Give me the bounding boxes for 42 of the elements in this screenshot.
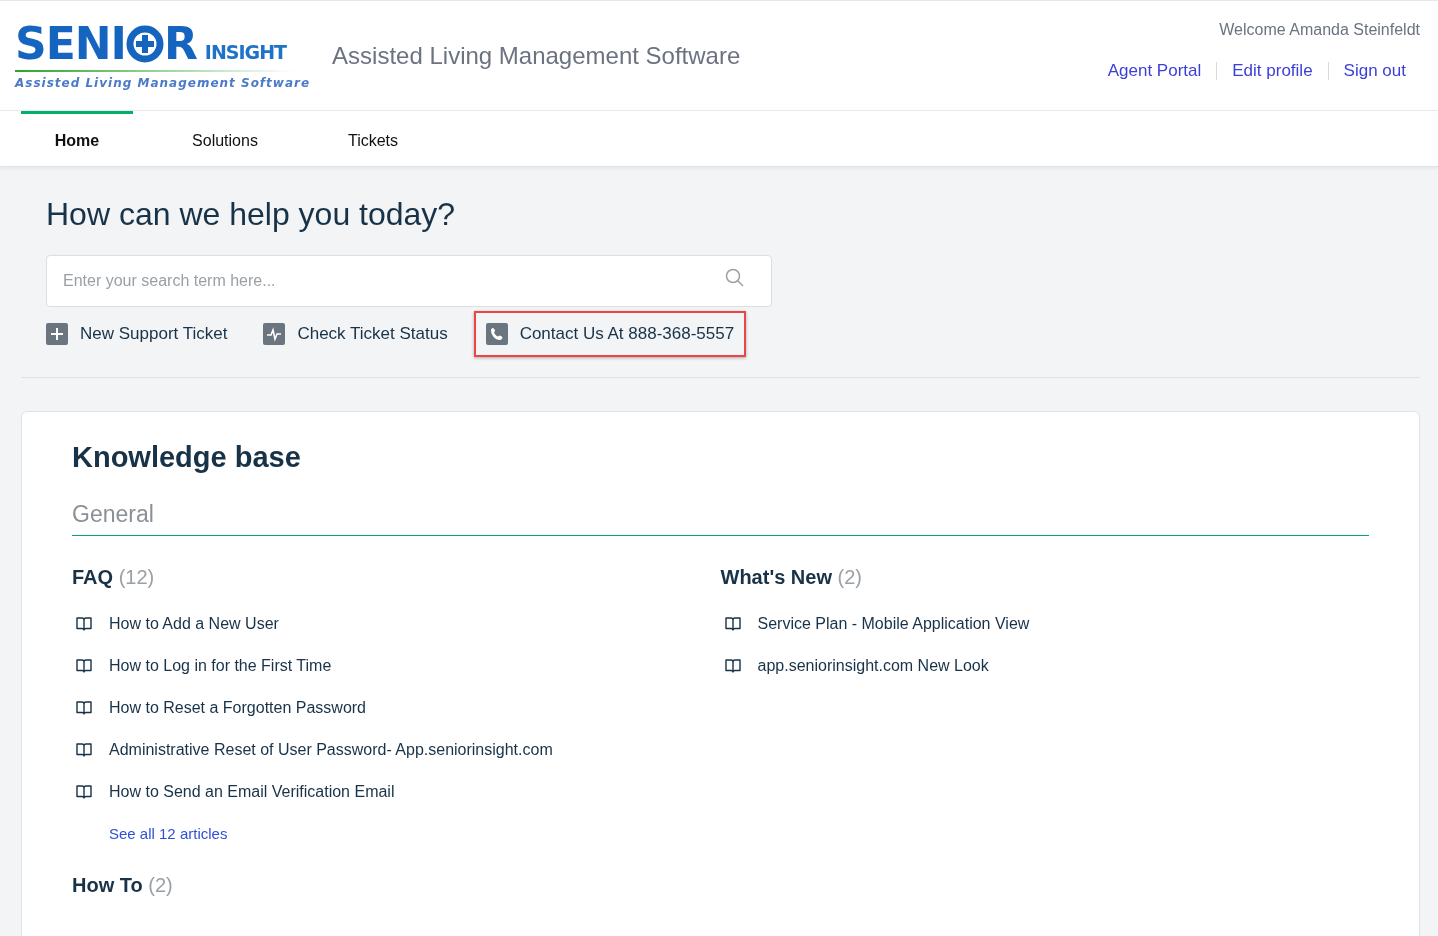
book-icon	[75, 615, 93, 634]
article-link[interactable]: How to Send an Email Verification Email	[75, 780, 681, 805]
pulse-icon	[263, 323, 286, 346]
book-icon	[723, 615, 742, 634]
action-link[interactable]: Check Ticket Status	[253, 313, 458, 355]
logo-tagline: Assisted Living Management Software	[15, 75, 311, 90]
article-link[interactable]: Service Plan - Mobile Application View	[723, 612, 1329, 637]
action-link[interactable]: Contact Us At 888-368-5557	[473, 311, 747, 357]
logo-wordmark: R	[163, 21, 197, 66]
action-link[interactable]: New Support Ticket	[36, 313, 238, 355]
nav-tab[interactable]: Solutions	[169, 111, 281, 167]
book-icon	[75, 699, 93, 718]
search-field[interactable]: Enter your search term here...	[46, 255, 772, 308]
see-all-link[interactable]: See all 12 articles	[109, 825, 228, 843]
category-heading: General	[72, 496, 1369, 537]
article-link[interactable]: Administrative Reset of User Password- App.seniorinsight.com	[75, 738, 681, 763]
section-heading: Knowledge base	[72, 439, 302, 475]
book-icon	[75, 783, 93, 802]
welcome-text: Welcome Amanda Steinfeldt	[1219, 19, 1420, 40]
header-link[interactable]: Edit profile	[1232, 57, 1313, 84]
article-link[interactable]: How to Add a New User	[75, 612, 681, 637]
article-link[interactable]: How to Log in for the First Time	[75, 654, 681, 679]
logo-suffix: INSIGHT	[204, 42, 287, 62]
folder-title: What's New (2)	[720, 565, 863, 591]
book-icon	[75, 657, 93, 676]
plus-icon	[46, 323, 68, 346]
header-link[interactable]: Sign out	[1343, 57, 1406, 84]
header-title: Assisted Living Management Software	[332, 40, 741, 71]
nav-tab[interactable]: Home	[21, 111, 133, 167]
logo-wordmark: SENI	[15, 21, 126, 66]
header-link[interactable]: Agent Portal	[1107, 57, 1202, 84]
article-link[interactable]: app.seniorinsight.com New Look	[723, 654, 1329, 679]
folder-title: FAQ (12)	[72, 565, 156, 591]
book-icon	[75, 741, 93, 760]
page-heading: How can we help you today?	[46, 195, 457, 234]
nav-tab[interactable]: Tickets	[317, 111, 429, 167]
search-icon	[725, 268, 744, 288]
phone-icon	[485, 323, 508, 346]
folder-title: How To (2)	[72, 873, 174, 899]
article-link[interactable]: How to Reset a Forgotten Password	[75, 696, 681, 721]
book-icon	[723, 657, 742, 676]
plus-circle-icon	[125, 24, 164, 63]
